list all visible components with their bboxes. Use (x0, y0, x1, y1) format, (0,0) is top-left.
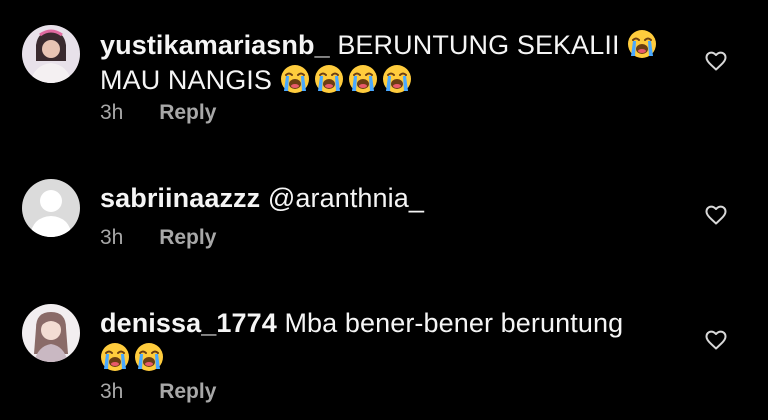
loudly-crying-face-icon (347, 64, 378, 94)
mention-link[interactable]: @aranthnia_ (268, 183, 424, 213)
comment-timestamp: 3h (100, 101, 124, 124)
heart-icon[interactable] (705, 205, 727, 225)
comment-timestamp: 3h (100, 380, 124, 403)
avatar[interactable] (22, 179, 80, 237)
avatar[interactable] (22, 25, 80, 83)
loudly-crying-face-icon (100, 342, 130, 372)
comment-text: yustikamariasnb_ BERUNTUNG SEKALII MAU N… (100, 28, 670, 98)
loudly-crying-face-icon (313, 64, 344, 94)
reply-button[interactable]: Reply (159, 226, 216, 250)
loudly-crying-face-icon (134, 342, 164, 372)
comment-timestamp: 3h (100, 226, 124, 249)
default-avatar-icon (22, 179, 80, 237)
comment-message: Mba bener-bener beruntung (284, 308, 624, 338)
avatar-photo (22, 25, 80, 83)
loudly-crying-face-icon (279, 64, 310, 94)
loudly-crying-face-icon (627, 29, 658, 59)
comment-text: denissa_1774 Mba bener-bener beruntung (100, 306, 670, 376)
username-link[interactable]: yustikamariasnb_ (100, 30, 330, 60)
reply-button[interactable]: Reply (159, 380, 216, 404)
username-link[interactable]: denissa_1774 (100, 308, 277, 338)
comment-text: sabriinaazzz @aranthnia_ (100, 181, 670, 216)
username-link[interactable]: sabriinaazzz (100, 183, 260, 213)
comment-message: BERUNTUNG SEKALII (337, 30, 620, 60)
heart-icon[interactable] (705, 51, 727, 71)
avatar[interactable] (22, 304, 80, 362)
heart-icon[interactable] (705, 330, 727, 350)
reply-button[interactable]: Reply (159, 101, 216, 125)
comment-meta: 3h Reply (100, 226, 216, 250)
comment-message-line2: MAU NANGIS (100, 65, 273, 95)
avatar-illustration (22, 304, 80, 362)
comment-meta: 3h Reply (100, 380, 216, 404)
comment-meta: 3h Reply (100, 101, 216, 125)
loudly-crying-face-icon (381, 64, 412, 94)
